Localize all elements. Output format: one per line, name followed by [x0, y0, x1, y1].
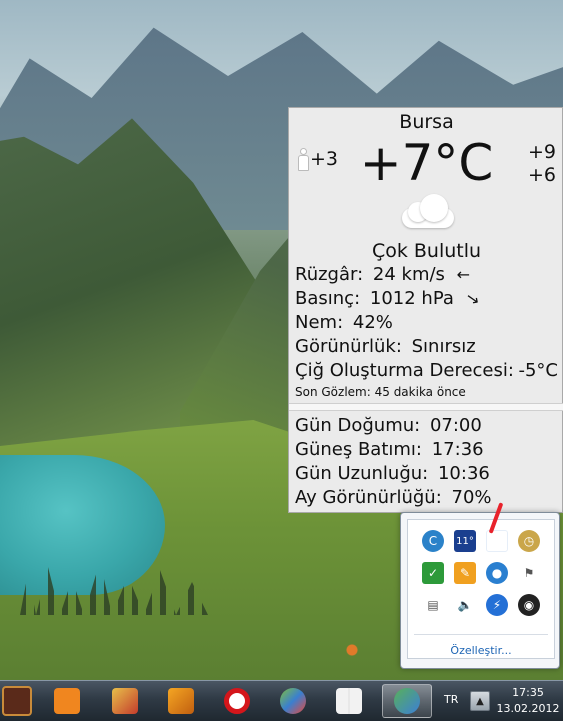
- users-icon: [394, 688, 420, 714]
- daylength-label: Gün Uzunluğu:: [295, 463, 429, 484]
- observation-label: Son Gözlem:: [295, 385, 371, 399]
- opera-icon: [224, 688, 250, 714]
- tray-icon-grid: C 11° ◷ ✓ ✎ ● ⚑ ▤ 🔈 ⚡ ◉ Özelleştir...: [407, 519, 555, 659]
- flickr-icon[interactable]: ●: [486, 562, 508, 584]
- update-icon[interactable]: ✓: [422, 562, 444, 584]
- notification-overflow-panel: C 11° ◷ ✓ ✎ ● ⚑ ▤ 🔈 ⚡ ◉ Özelleştir...: [400, 512, 560, 669]
- dewpoint-value: -5°C: [518, 360, 558, 381]
- volume-icon[interactable]: 🔈: [454, 594, 476, 616]
- wind-label: Rüzgâr:: [295, 264, 364, 285]
- media-app-icon[interactable]: ◉: [518, 594, 540, 616]
- observation-value: 45 dakika önce: [374, 385, 466, 399]
- section-divider: [289, 403, 563, 411]
- sunset-label: Güneş Batımı:: [295, 439, 422, 460]
- sunset-row: Güneş Batımı: 17:36: [295, 438, 560, 462]
- pressure-value: 1012 hPa: [369, 288, 454, 309]
- weather-flyout[interactable]: Bursa +3 +7°C +9 +6 Çok Bulutlu Rüzgâr: …: [288, 107, 563, 513]
- observation-row: Son Gözlem: 45 dakika önce: [295, 384, 560, 400]
- book-icon: [336, 688, 362, 714]
- taskbar-app-player[interactable]: [42, 684, 92, 718]
- network-icon[interactable]: ▤: [422, 594, 444, 616]
- high-temperature: +9: [527, 141, 556, 163]
- customize-link[interactable]: Özelleştir...: [408, 644, 554, 657]
- flag-icon[interactable]: ⚑: [518, 562, 540, 584]
- notes-icon[interactable]: ✎: [454, 562, 476, 584]
- taskbar-app-media[interactable]: [0, 684, 42, 718]
- visibility-value: Sınırsız: [411, 336, 476, 357]
- high-low: +9 +6: [528, 141, 556, 187]
- ccleaner-icon[interactable]: C: [422, 530, 444, 552]
- city-name: Bursa: [399, 111, 454, 133]
- player-icon: [54, 688, 80, 714]
- humidity-row: Nem: 42%: [295, 311, 560, 335]
- wallpaper-lake: [0, 455, 165, 595]
- visibility-label: Görünürlük:: [295, 336, 402, 357]
- daylength-value: 10:36: [437, 463, 490, 484]
- sunset-value: 17:36: [431, 439, 484, 460]
- pressure-row: Basınç: 1012 hPa →: [295, 287, 560, 311]
- sunrise-value: 07:00: [429, 415, 482, 436]
- current-temperature: +7°C: [359, 134, 494, 192]
- daylength-row: Gün Uzunluğu: 10:36: [295, 462, 560, 486]
- sunrise-row: Gün Doğumu: 07:00: [295, 414, 560, 438]
- show-hidden-icons-button[interactable]: ▲: [470, 691, 490, 711]
- moon-label: Ay Görünürlüğü:: [295, 487, 442, 508]
- weather-details: Rüzgâr: 24 km/s ← Basınç: 1012 hPa → Nem…: [295, 263, 560, 400]
- taskbar-app-video[interactable]: [156, 684, 206, 718]
- clock-app-icon[interactable]: ◷: [518, 530, 540, 552]
- weather-condition: Çok Bulutlu: [371, 240, 482, 262]
- pressure-label: Basınç:: [295, 288, 361, 309]
- paint-icon: [280, 688, 306, 714]
- cloud-icon: [400, 194, 456, 228]
- wind-value: 24 km/s: [372, 264, 445, 285]
- humidity-value: 42%: [352, 312, 393, 333]
- taskbar-app-opera[interactable]: [212, 684, 262, 718]
- taskbar-clock[interactable]: 17:35 13.02.2012: [496, 685, 560, 717]
- video-icon: [168, 688, 194, 714]
- wind-direction-icon: ←: [456, 265, 471, 284]
- taskbar-app-paint[interactable]: [268, 684, 318, 718]
- power-icon[interactable]: ⚡: [486, 594, 508, 616]
- tray-divider: [414, 634, 548, 635]
- language-indicator[interactable]: TR: [444, 693, 458, 706]
- visibility-row: Görünürlük: Sınırsız: [295, 335, 560, 359]
- pressure-trend-icon: →: [461, 286, 484, 311]
- astronomy-details: Gün Doğumu: 07:00 Güneş Batımı: 17:36 Gü…: [295, 414, 560, 510]
- taskbar-app-photos[interactable]: [100, 684, 150, 718]
- low-temperature: +6: [527, 164, 556, 186]
- weather-tray-badge: 11°: [456, 535, 474, 547]
- wind-row: Rüzgâr: 24 km/s ←: [295, 263, 560, 287]
- photos-icon: [112, 688, 138, 714]
- taskbar-app-reader[interactable]: [324, 684, 374, 718]
- clock-time: 17:35: [512, 686, 544, 699]
- dewpoint-label: Çiğ Oluşturma Derecesi:: [295, 360, 514, 381]
- humidity-label: Nem:: [295, 312, 344, 333]
- moon-value: 70%: [451, 487, 492, 508]
- highlighted-tray-icon[interactable]: [486, 530, 508, 552]
- taskbar-app-network-active[interactable]: [382, 684, 432, 718]
- moon-row: Ay Görünürlüğü: 70%: [295, 486, 560, 510]
- sunrise-label: Gün Doğumu:: [295, 415, 421, 436]
- weather-tray-icon[interactable]: 11°: [454, 530, 476, 552]
- clock-date: 13.02.2012: [496, 702, 560, 715]
- taskbar: TR ▲ 17:35 13.02.2012: [0, 680, 563, 721]
- dewpoint-row: Çiğ Oluşturma Derecesi: -5°C: [295, 359, 560, 383]
- media-app-icon: [2, 686, 32, 716]
